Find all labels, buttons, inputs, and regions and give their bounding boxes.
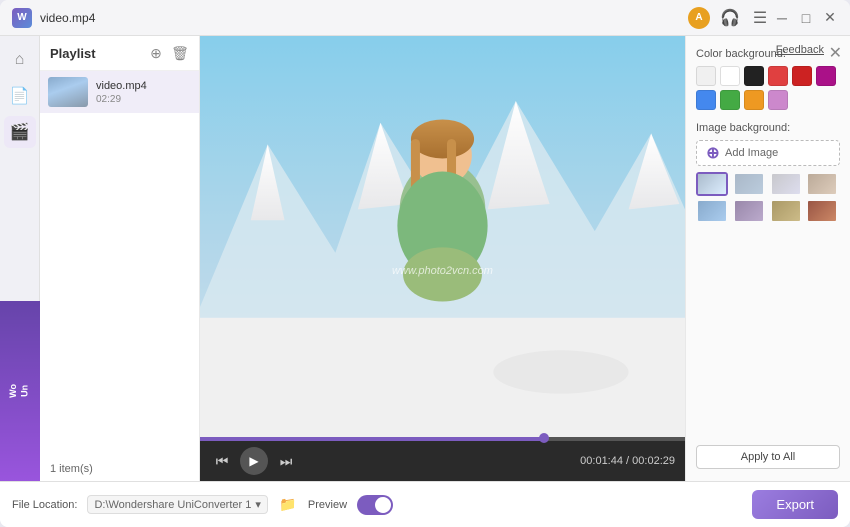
- app-window: W video.mp4 A 🎧 ☰ ─ □ ✕ Feedback ✕ ⌂ 📄 🎬…: [0, 0, 850, 527]
- color-swatch-0[interactable]: [696, 66, 716, 86]
- playlist-item-info: video.mp4 02:29: [96, 80, 191, 105]
- image-bg-section: Image background: ⊕ Add Image: [696, 122, 840, 223]
- bg-image-5[interactable]: [733, 199, 765, 223]
- player-controls: ⏮ ▶ ⏭ 00:01:44 / 00:02:29: [200, 441, 685, 481]
- folder-button[interactable]: 📁: [278, 495, 298, 515]
- playlist-actions: ⊕ 🗑: [147, 44, 189, 62]
- color-swatch-6[interactable]: [696, 90, 716, 110]
- dropdown-arrow[interactable]: ▾: [255, 498, 261, 511]
- playlist-delete-button[interactable]: 🗑: [171, 44, 189, 62]
- color-swatch-9[interactable]: [768, 90, 788, 110]
- play-button[interactable]: ▶: [240, 447, 268, 475]
- playlist-header: Playlist ⊕ 🗑: [40, 36, 199, 71]
- color-swatch-2[interactable]: [744, 66, 764, 86]
- color-swatch-8[interactable]: [744, 90, 764, 110]
- playlist-add-button[interactable]: ⊕: [147, 44, 165, 62]
- minimize-button[interactable]: ─: [774, 10, 790, 26]
- promo-card[interactable]: WoUn: [0, 301, 40, 481]
- color-swatch-3[interactable]: [768, 66, 788, 86]
- maximize-button[interactable]: □: [798, 10, 814, 26]
- video-watermark: www.photo2vcn.com: [392, 265, 493, 277]
- main-area: ⌂ 📄 🎬 WoUn Playlist ⊕ 🗑: [0, 36, 850, 481]
- export-button[interactable]: Export: [752, 490, 838, 519]
- menu-icon[interactable]: ☰: [750, 8, 770, 28]
- playlist-title: Playlist: [50, 46, 96, 61]
- progress-bar[interactable]: [200, 437, 685, 441]
- feedback-link[interactable]: Feedback: [776, 44, 824, 56]
- bg-image-0[interactable]: [696, 172, 728, 196]
- color-grid: [696, 66, 840, 110]
- file-location-label: File Location:: [12, 499, 77, 511]
- bg-image-7[interactable]: [806, 199, 838, 223]
- app-icon: W: [12, 8, 32, 28]
- headset-icon[interactable]: 🎧: [720, 8, 740, 28]
- color-bg-section: Color background:: [696, 48, 840, 110]
- sidebar-item-home[interactable]: ⌂: [4, 44, 36, 76]
- playlist-item-duration: 02:29: [96, 94, 191, 105]
- window-controls: ─ □ ✕: [774, 10, 838, 26]
- bg-image-2[interactable]: [770, 172, 802, 196]
- bottom-bar: File Location: D:\Wondershare UniConvert…: [0, 481, 850, 527]
- file-location-value: D:\Wondershare UniConverter 1: [94, 499, 251, 511]
- mountain-svg: [200, 36, 685, 437]
- right-panel-close-button[interactable]: ✕: [829, 43, 842, 63]
- preview-toggle[interactable]: [357, 495, 393, 515]
- close-button[interactable]: ✕: [822, 10, 838, 26]
- control-buttons: ⏮ ▶ ⏭: [210, 447, 298, 475]
- video-container: www.photo2vcn.com: [200, 36, 685, 437]
- playlist-count: 1 item(s): [40, 457, 199, 481]
- bg-image-6[interactable]: [770, 199, 802, 223]
- apply-all-button[interactable]: Apply to All: [696, 445, 840, 469]
- time-display: 00:01:44 / 00:02:29: [580, 455, 675, 467]
- bg-image-1[interactable]: [733, 172, 765, 196]
- bg-image-3[interactable]: [806, 172, 838, 196]
- titlebar: W video.mp4 A 🎧 ☰ ─ □ ✕: [0, 0, 850, 36]
- toggle-handle: [375, 497, 391, 513]
- next-button[interactable]: ⏭: [274, 449, 298, 473]
- prev-button[interactable]: ⏮: [210, 449, 234, 473]
- right-panel: Color background: Image background:: [685, 36, 850, 481]
- add-image-icon: ⊕: [705, 145, 721, 161]
- video-background: www.photo2vcn.com: [200, 36, 685, 437]
- current-time: 00:01:44: [580, 455, 623, 467]
- color-swatch-7[interactable]: [720, 90, 740, 110]
- sidebar-item-files[interactable]: 📄: [4, 80, 36, 112]
- preview-label: Preview: [308, 499, 347, 511]
- image-bg-label: Image background:: [696, 122, 840, 134]
- titlebar-right-icons: A 🎧 ☰: [688, 7, 770, 29]
- total-time: 00:02:29: [632, 455, 675, 467]
- playlist-item[interactable]: video.mp4 02:29: [40, 71, 199, 113]
- sidebar: ⌂ 📄 🎬 WoUn: [0, 36, 40, 481]
- playlist-thumb-image: [48, 77, 88, 107]
- color-swatch-1[interactable]: [720, 66, 740, 86]
- sidebar-item-convert[interactable]: 🎬: [4, 116, 36, 148]
- bg-image-4[interactable]: [696, 199, 728, 223]
- bg-image-grid: [696, 172, 840, 223]
- playlist-panel: Playlist ⊕ 🗑 video.mp4 02:29 1 item(s): [40, 36, 200, 481]
- add-image-label: Add Image: [725, 147, 778, 159]
- color-swatch-5[interactable]: [816, 66, 836, 86]
- progress-fill: [200, 437, 544, 441]
- playlist-item-name: video.mp4: [96, 80, 191, 92]
- add-image-button[interactable]: ⊕ Add Image: [696, 140, 840, 166]
- progress-handle[interactable]: [539, 433, 549, 443]
- color-swatch-4[interactable]: [792, 66, 812, 86]
- window-title: video.mp4: [40, 11, 688, 25]
- video-area: www.photo2vcn.com ⏮ ▶ ⏭ 00:01:44 / 00:02: [200, 36, 685, 481]
- file-location-input[interactable]: D:\Wondershare UniConverter 1 ▾: [87, 495, 267, 514]
- user-avatar-icon[interactable]: A: [688, 7, 710, 29]
- playlist-thumbnail: [48, 77, 88, 107]
